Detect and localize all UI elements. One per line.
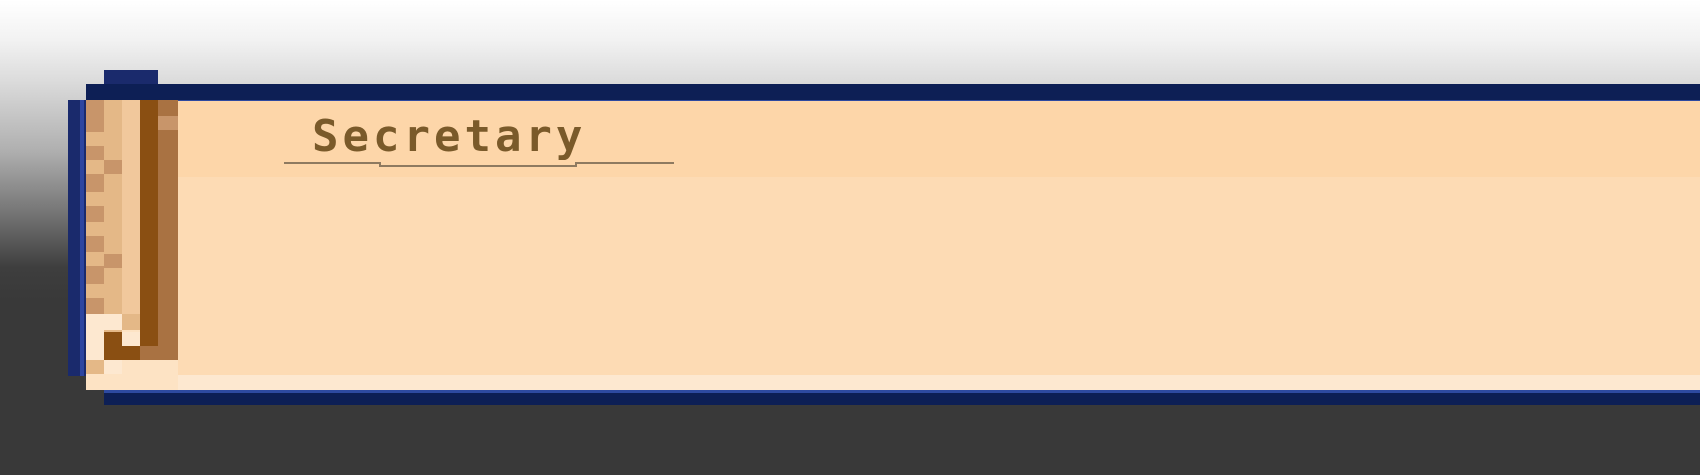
frame-bottom xyxy=(104,393,1700,405)
dialog-box[interactable]: Secretary xyxy=(0,0,1700,475)
name-underline-icon xyxy=(284,162,674,167)
frame-top xyxy=(86,84,1700,100)
dialog-text-panel[interactable] xyxy=(178,177,1700,375)
frame-left-highlight xyxy=(80,100,84,376)
scroll-edge-icon xyxy=(86,100,178,390)
speaker-name: Secretary xyxy=(312,111,587,162)
panel-bottom-edge xyxy=(104,375,1700,390)
